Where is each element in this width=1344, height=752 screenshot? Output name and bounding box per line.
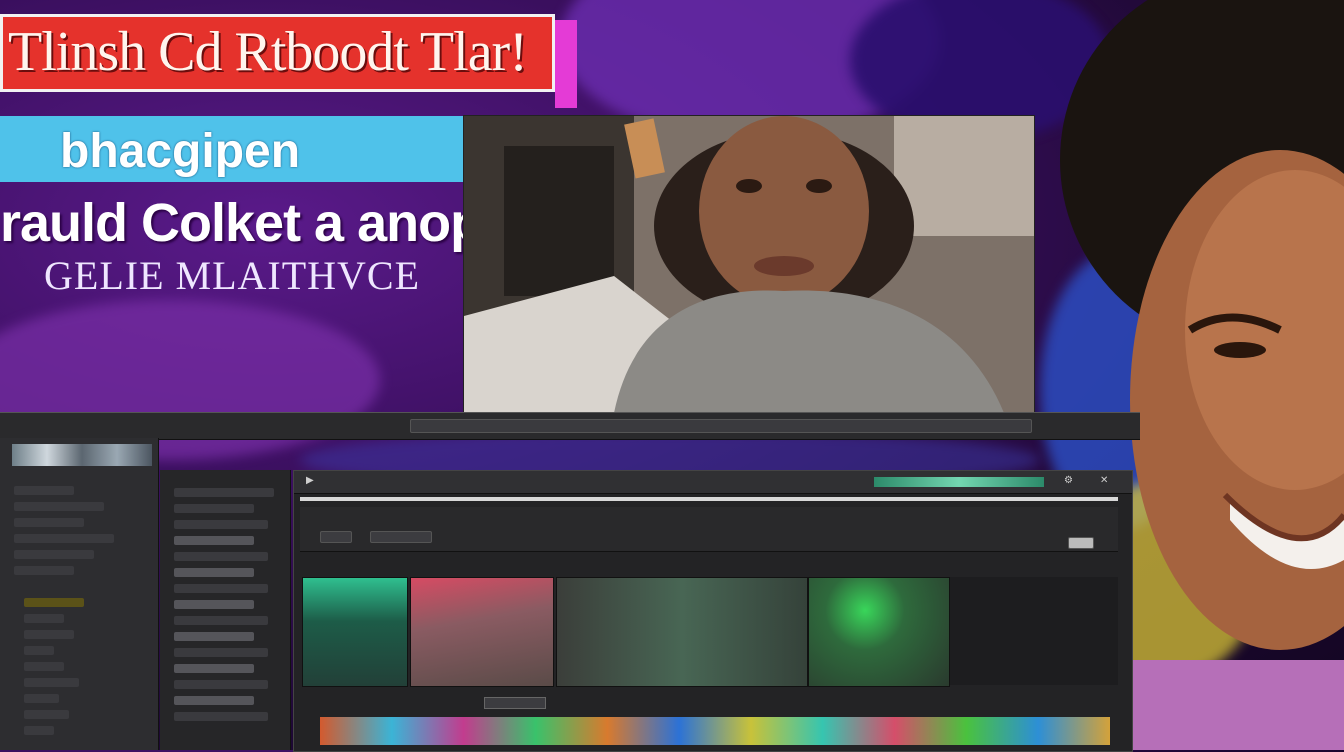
effect-control[interactable]	[174, 584, 268, 593]
effect-control[interactable]	[174, 536, 254, 545]
effect-control[interactable]	[174, 520, 268, 529]
effect-control[interactable]	[174, 552, 268, 561]
list-item[interactable]	[24, 598, 84, 607]
track-controls	[300, 507, 1118, 552]
list-item[interactable]	[24, 646, 54, 655]
banner-title: Tlinsh Cd Rtboodt Tlar!	[8, 21, 528, 83]
list-item[interactable]	[24, 662, 64, 671]
list-item[interactable]	[14, 550, 94, 559]
project-thumbnails[interactable]	[12, 444, 152, 466]
accent-strip	[555, 20, 577, 108]
list-item[interactable]	[24, 678, 79, 687]
toolbar-strip[interactable]	[410, 419, 1032, 433]
gear-icon[interactable]: ⚙	[1064, 475, 1073, 486]
effect-control[interactable]	[174, 600, 254, 609]
video-clip[interactable]	[302, 577, 408, 687]
list-item[interactable]	[14, 534, 114, 543]
title-banner: Tlinsh Cd Rtboodt Tlar!	[0, 14, 555, 92]
video-preview[interactable]	[463, 115, 1035, 414]
list-item[interactable]	[14, 486, 74, 495]
timeline-ruler-color-bar	[874, 477, 1044, 487]
tagline-text: GELIE MLAITHVCE	[44, 253, 421, 298]
effect-control[interactable]	[174, 616, 268, 625]
video-clip[interactable]	[556, 577, 808, 687]
playhead-track[interactable]	[300, 497, 1118, 501]
play-icon[interactable]: ▶	[306, 475, 314, 486]
effect-control[interactable]	[174, 632, 254, 641]
timeline-toolbar: ▶ ⚙ ✕	[294, 471, 1132, 494]
close-icon[interactable]: ✕	[1100, 475, 1108, 486]
list-item[interactable]	[14, 502, 104, 511]
track-button[interactable]	[1068, 537, 1094, 549]
timeline-scrubber[interactable]	[484, 697, 546, 709]
track-button[interactable]	[370, 531, 432, 543]
list-item[interactable]	[14, 566, 74, 575]
effect-control[interactable]	[174, 568, 254, 577]
video-clip[interactable]	[410, 577, 554, 687]
effect-control[interactable]	[174, 680, 268, 689]
editor-top-bar	[0, 412, 1140, 440]
list-item[interactable]	[24, 726, 54, 735]
effect-control[interactable]	[174, 712, 268, 721]
list-item[interactable]	[24, 694, 59, 703]
project-panel	[0, 438, 159, 750]
effect-control[interactable]	[174, 664, 254, 673]
video-clip[interactable]	[808, 577, 950, 687]
audio-waveform-strip[interactable]	[320, 717, 1110, 745]
subtitle-banner: bhacgipen	[0, 116, 468, 182]
effect-control[interactable]	[174, 696, 254, 705]
list-item[interactable]	[24, 710, 69, 719]
list-item[interactable]	[24, 630, 74, 639]
preview-frame-image	[464, 116, 1034, 413]
empty-track-area[interactable]	[950, 577, 1118, 685]
effect-control[interactable]	[174, 504, 254, 513]
effect-control[interactable]	[174, 488, 274, 497]
effect-control[interactable]	[174, 648, 268, 657]
banner-subtitle: bhacgipen	[60, 125, 301, 178]
track-button[interactable]	[320, 531, 352, 543]
timeline-panel: ▶ ⚙ ✕	[293, 470, 1133, 752]
list-item[interactable]	[14, 518, 84, 527]
effects-panel	[160, 470, 291, 750]
list-item[interactable]	[24, 614, 64, 623]
